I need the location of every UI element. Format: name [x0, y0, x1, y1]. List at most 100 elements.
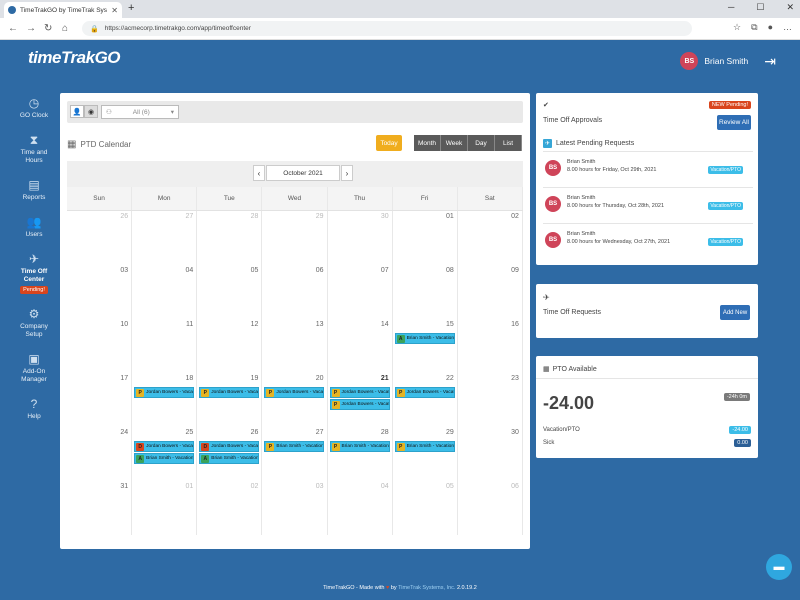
calendar-day-cell[interactable]: 06: [457, 481, 523, 535]
calendar-day-cell[interactable]: 28 P Brian Smith - Vacation/...: [327, 427, 393, 481]
calendar-event[interactable]: A Brian Smith - Vacation/...: [199, 453, 260, 464]
next-month-button[interactable]: ›: [341, 165, 353, 181]
calendar-event[interactable]: P Brian Smith - Vacation/...: [264, 441, 325, 452]
add-new-button[interactable]: Add New: [720, 305, 750, 320]
user-name[interactable]: Brian Smith: [704, 56, 748, 66]
app-logo[interactable]: timeTrakGO: [28, 48, 121, 68]
logout-icon[interactable]: ⇥: [764, 53, 776, 70]
favorite-icon[interactable]: ☆: [733, 22, 741, 33]
pending-request-item[interactable]: BS Brian Smith 8.00 hours for Thursday, …: [543, 187, 753, 221]
calendar-day-cell[interactable]: 28: [197, 211, 263, 265]
calendar-event[interactable]: D Jordan Bowers - Vacati...: [199, 441, 260, 452]
refresh-icon[interactable]: ↻: [44, 23, 52, 34]
sidebar-item-add-on-manager[interactable]: ▣ Add-On Manager: [0, 352, 68, 384]
calendar-day-cell[interactable]: 04: [132, 265, 198, 319]
view-list-button[interactable]: List: [495, 135, 522, 151]
calendar-event[interactable]: P Jordan Bowers - Vacati...: [394, 387, 455, 398]
close-tab-icon[interactable]: ✕: [111, 6, 118, 15]
new-tab-icon[interactable]: +: [128, 2, 134, 14]
maximize-icon[interactable]: ☐: [756, 2, 764, 13]
calendar-event[interactable]: P Jordan Bowers - Vacati...: [264, 387, 325, 398]
browser-tab[interactable]: TimeTrakGO by TimeTrak Systems ✕: [4, 2, 122, 18]
calendar-day-cell[interactable]: 30: [457, 427, 523, 481]
view-week-button[interactable]: Week: [441, 135, 468, 151]
review-all-button[interactable]: Review All: [717, 115, 751, 130]
today-button[interactable]: Today: [376, 135, 402, 151]
calendar-day-cell[interactable]: 01: [392, 211, 458, 265]
calendar-day-cell[interactable]: 06: [262, 265, 328, 319]
calendar-day-cell[interactable]: 03: [67, 265, 133, 319]
calendar-day-cell[interactable]: 01: [132, 481, 198, 535]
calendar-day-cell[interactable]: 14: [327, 319, 393, 373]
calendar-day-cell[interactable]: 19 P Jordan Bowers - Vacati...: [197, 373, 263, 427]
home-icon[interactable]: ⌂: [62, 23, 68, 34]
calendar-day-cell[interactable]: 17: [67, 373, 133, 427]
calendar-day-cell[interactable]: 22 P Jordan Bowers - Vacati...: [392, 373, 458, 427]
sidebar-item-time-and-hours[interactable]: ⧗ Time and Hours: [0, 133, 68, 165]
sidebar-item-company-setup[interactable]: ⚙ Company Setup: [0, 307, 68, 339]
collections-icon[interactable]: ⧉: [751, 22, 757, 33]
calendar-event[interactable]: P Brian Smith - Vacation/...: [394, 441, 455, 452]
calendar-day-cell[interactable]: 04: [327, 481, 393, 535]
calendar-day-cell[interactable]: 27 P Brian Smith - Vacation/...: [262, 427, 328, 481]
menu-icon[interactable]: …: [783, 22, 792, 33]
sidebar-item-reports[interactable]: ▤ Reports: [0, 178, 68, 202]
calendar-day-cell[interactable]: 07: [327, 265, 393, 319]
calendar-day-cell[interactable]: 31: [67, 481, 133, 535]
calendar-event[interactable]: P Jordan Bowers - Vacati...: [199, 387, 260, 398]
calendar-day-cell[interactable]: 18 P Jordan Bowers - Vacati...: [132, 373, 198, 427]
url-field[interactable]: 🔒 https://acmecorp.timetrakgo.com/app/ti…: [82, 21, 692, 36]
calendar-day-cell[interactable]: 25 D Jordan Bowers - Vacati... A Brian Smith…: [132, 427, 198, 481]
calendar-day-cell[interactable]: 12: [197, 319, 263, 373]
calendar-day-cell[interactable]: 26: [67, 211, 133, 265]
avatar[interactable]: BS: [680, 52, 699, 70]
profile-icon[interactable]: ●: [768, 22, 773, 33]
calendar-event[interactable]: P Jordan Bowers - Vacati...: [329, 387, 390, 398]
calendar-day-cell[interactable]: 20 P Jordan Bowers - Vacati...: [262, 373, 328, 427]
calendar-event[interactable]: P Jordan Bowers - Vacati...: [329, 399, 390, 410]
calendar-event[interactable]: A Brian Smith - Vacation/...: [134, 453, 195, 464]
prev-month-button[interactable]: ‹: [253, 165, 265, 181]
group-users-icon[interactable]: ◉: [84, 105, 98, 118]
calendar-event[interactable]: P Jordan Bowers - Vacati...: [134, 387, 195, 398]
calendar-event[interactable]: D Jordan Bowers - Vacati...: [134, 441, 195, 452]
user-menu[interactable]: BS Brian Smith ⇥: [680, 52, 776, 70]
user-filter-select[interactable]: ⚇ All (6) ▾: [101, 105, 179, 119]
calendar-day-cell[interactable]: 30: [327, 211, 393, 265]
calendar-day-cell[interactable]: 26 D Jordan Bowers - Vacati... A Brian Smith…: [197, 427, 263, 481]
calendar-day-cell[interactable]: 16: [457, 319, 523, 373]
close-window-icon[interactable]: ✕: [786, 2, 794, 13]
calendar-day-cell[interactable]: 23: [457, 373, 523, 427]
calendar-day-cell[interactable]: 05: [197, 265, 263, 319]
calendar-day-cell[interactable]: 27: [132, 211, 198, 265]
calendar-day-cell[interactable]: 08: [392, 265, 458, 319]
calendar-day-cell[interactable]: 09: [457, 265, 523, 319]
calendar-day-cell[interactable]: 24: [67, 427, 133, 481]
calendar-day-cell[interactable]: 15 A Brian Smith - Vacation/...: [392, 319, 458, 373]
calendar-day-cell[interactable]: 02: [197, 481, 263, 535]
forward-icon[interactable]: →: [26, 23, 36, 34]
single-user-icon[interactable]: 👤: [70, 105, 84, 118]
calendar-day-cell[interactable]: 10: [67, 319, 133, 373]
sidebar-item-go-clock[interactable]: ◷ GO Clock: [0, 96, 68, 120]
minimize-icon[interactable]: ─: [728, 2, 734, 13]
sidebar-item-users[interactable]: 👥 Users: [0, 215, 68, 239]
pending-request-item[interactable]: BS Brian Smith 8.00 hours for Friday, Oc…: [543, 151, 753, 185]
sidebar-item-help[interactable]: ? Help: [0, 397, 68, 421]
chat-button[interactable]: ▬: [766, 554, 792, 580]
calendar-day-cell[interactable]: 29 P Brian Smith - Vacation/...: [392, 427, 458, 481]
calendar-day-cell[interactable]: 29: [262, 211, 328, 265]
calendar-event[interactable]: P Brian Smith - Vacation/...: [329, 441, 390, 452]
calendar-day-cell[interactable]: 21 P Jordan Bowers - Vacati... P Jordan Bowe…: [327, 373, 393, 427]
pending-request-item[interactable]: BS Brian Smith 8.00 hours for Wednesday,…: [543, 223, 753, 257]
view-month-button[interactable]: Month: [414, 135, 441, 151]
company-link[interactable]: TimeTrak Systems, Inc.: [398, 585, 455, 591]
sidebar-item-time-off-center[interactable]: ✈ Time Off Center Pending!: [0, 252, 68, 294]
back-icon[interactable]: ←: [8, 23, 18, 34]
calendar-day-cell[interactable]: 11: [132, 319, 198, 373]
calendar-day-cell[interactable]: 13: [262, 319, 328, 373]
view-day-button[interactable]: Day: [468, 135, 495, 151]
calendar-event[interactable]: A Brian Smith - Vacation/...: [394, 333, 455, 344]
calendar-day-cell[interactable]: 05: [392, 481, 458, 535]
calendar-day-cell[interactable]: 03: [262, 481, 328, 535]
